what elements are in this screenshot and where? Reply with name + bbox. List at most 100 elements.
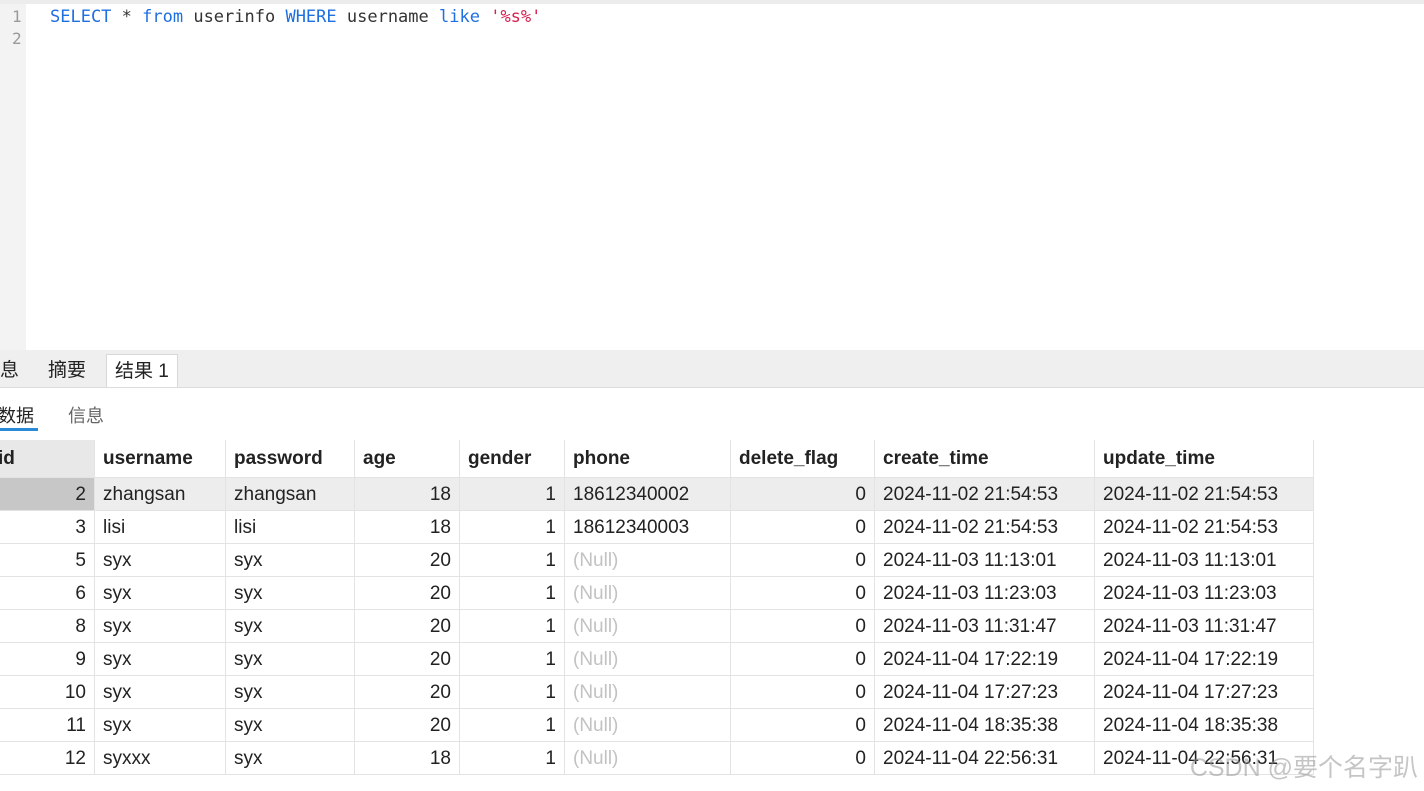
cell-delete-flag[interactable]: 0 xyxy=(731,742,875,775)
cell-update-time[interactable]: 2024-11-04 17:27:23 xyxy=(1095,676,1314,709)
cell-phone[interactable]: (Null) xyxy=(565,643,731,676)
cell-id[interactable]: 6 xyxy=(0,577,95,610)
cell-gender[interactable]: 1 xyxy=(460,577,565,610)
cell-phone[interactable]: (Null) xyxy=(565,544,731,577)
cell-create-time[interactable]: 2024-11-04 17:22:19 xyxy=(875,643,1095,676)
cell-password[interactable]: syx xyxy=(226,643,355,676)
cell-delete-flag[interactable]: 0 xyxy=(731,643,875,676)
cell-username[interactable]: syx xyxy=(95,676,226,709)
cell-age[interactable]: 18 xyxy=(355,511,460,544)
cell-update-time[interactable]: 2024-11-02 21:54:53 xyxy=(1095,478,1314,511)
cell-update-time[interactable]: 2024-11-03 11:23:03 xyxy=(1095,577,1314,610)
cell-delete-flag[interactable]: 0 xyxy=(731,511,875,544)
cell-username[interactable]: zhangsan xyxy=(95,478,226,511)
cell-create-time[interactable]: 2024-11-04 17:27:23 xyxy=(875,676,1095,709)
cell-id[interactable]: 3 xyxy=(0,511,95,544)
cell-update-time[interactable]: 2024-11-04 17:22:19 xyxy=(1095,643,1314,676)
cell-password[interactable]: syx xyxy=(226,610,355,643)
cell-delete-flag[interactable]: 0 xyxy=(731,478,875,511)
cell-username[interactable]: lisi xyxy=(95,511,226,544)
code-line[interactable]: SELECT * from userinfo WHERE username li… xyxy=(50,6,541,28)
cell-age[interactable]: 18 xyxy=(355,478,460,511)
column-header-age[interactable]: age xyxy=(355,440,460,478)
column-header-username[interactable]: username xyxy=(95,440,226,478)
cell-gender[interactable]: 1 xyxy=(460,742,565,775)
cell-update-time[interactable]: 2024-11-02 21:54:53 xyxy=(1095,511,1314,544)
cell-id[interactable]: 8 xyxy=(0,610,95,643)
cell-create-time[interactable]: 2024-11-03 11:13:01 xyxy=(875,544,1095,577)
column-header-phone[interactable]: phone xyxy=(565,440,731,478)
column-header-create-time[interactable]: create_time xyxy=(875,440,1095,478)
cell-age[interactable]: 20 xyxy=(355,676,460,709)
cell-username[interactable]: syx xyxy=(95,544,226,577)
cell-username[interactable]: syxxx xyxy=(95,742,226,775)
cell-age[interactable]: 20 xyxy=(355,610,460,643)
cell-delete-flag[interactable]: 0 xyxy=(731,709,875,742)
cell-delete-flag[interactable]: 0 xyxy=(731,610,875,643)
cell-create-time[interactable]: 2024-11-03 11:23:03 xyxy=(875,577,1095,610)
cell-phone[interactable]: (Null) xyxy=(565,610,731,643)
cell-delete-flag[interactable]: 0 xyxy=(731,676,875,709)
cell-password[interactable]: syx xyxy=(226,676,355,709)
cell-delete-flag[interactable]: 0 xyxy=(731,544,875,577)
cell-phone[interactable]: (Null) xyxy=(565,742,731,775)
cell-age[interactable]: 20 xyxy=(355,577,460,610)
sql-text: userinfo xyxy=(183,7,286,27)
cell-password[interactable]: syx xyxy=(226,577,355,610)
cell-phone[interactable]: (Null) xyxy=(565,676,731,709)
cell-delete-flag[interactable]: 0 xyxy=(731,577,875,610)
active-subtab-indicator xyxy=(0,428,38,431)
cell-username[interactable]: syx xyxy=(95,709,226,742)
cell-gender[interactable]: 1 xyxy=(460,511,565,544)
cell-password[interactable]: syx xyxy=(226,742,355,775)
cell-update-time[interactable]: 2024-11-03 11:13:01 xyxy=(1095,544,1314,577)
cell-update-time[interactable]: 2024-11-04 18:35:38 xyxy=(1095,709,1314,742)
tab-summary[interactable]: 摘要 xyxy=(40,354,94,387)
cell-gender[interactable]: 1 xyxy=(460,610,565,643)
cell-id[interactable]: 10 xyxy=(0,676,95,709)
cell-password[interactable]: zhangsan xyxy=(226,478,355,511)
cell-gender[interactable]: 1 xyxy=(460,478,565,511)
sql-text: username xyxy=(336,7,439,27)
cell-username[interactable]: syx xyxy=(95,643,226,676)
subtab-info[interactable]: 信息 xyxy=(68,402,104,428)
cell-phone[interactable]: (Null) xyxy=(565,709,731,742)
tab-result-1[interactable]: 结果 1 xyxy=(106,354,178,387)
cell-gender[interactable]: 1 xyxy=(460,676,565,709)
cell-create-time[interactable]: 2024-11-02 21:54:53 xyxy=(875,478,1095,511)
cell-username[interactable]: syx xyxy=(95,577,226,610)
column-header-password[interactable]: password xyxy=(226,440,355,478)
cell-create-time[interactable]: 2024-11-04 22:56:31 xyxy=(875,742,1095,775)
cell-phone[interactable]: (Null) xyxy=(565,577,731,610)
sql-editor[interactable]: 1 SELECT * from userinfo WHERE username l… xyxy=(0,4,1424,350)
cell-phone[interactable]: 18612340003 xyxy=(565,511,731,544)
cell-create-time[interactable]: 2024-11-02 21:54:53 xyxy=(875,511,1095,544)
cell-age[interactable]: 20 xyxy=(355,643,460,676)
cell-id[interactable]: 12 xyxy=(0,742,95,775)
subtab-data[interactable]: 数据 xyxy=(0,402,34,428)
cell-gender[interactable]: 1 xyxy=(460,544,565,577)
cell-username[interactable]: syx xyxy=(95,610,226,643)
cell-age[interactable]: 20 xyxy=(355,544,460,577)
cell-age[interactable]: 18 xyxy=(355,742,460,775)
cell-id[interactable]: 2 xyxy=(0,478,95,511)
cell-id[interactable]: 9 xyxy=(0,643,95,676)
cell-create-time[interactable]: 2024-11-03 11:31:47 xyxy=(875,610,1095,643)
column-header-update-time[interactable]: update_time xyxy=(1095,440,1314,478)
cell-gender[interactable]: 1 xyxy=(460,643,565,676)
cell-gender[interactable]: 1 xyxy=(460,709,565,742)
tab-messages[interactable]: 息 xyxy=(0,354,27,387)
cell-update-time[interactable]: 2024-11-03 11:31:47 xyxy=(1095,610,1314,643)
cell-password[interactable]: lisi xyxy=(226,511,355,544)
column-header-id[interactable]: id xyxy=(0,440,95,478)
cell-password[interactable]: syx xyxy=(226,544,355,577)
cell-password[interactable]: syx xyxy=(226,709,355,742)
cell-age[interactable]: 20 xyxy=(355,709,460,742)
column-header-delete-flag[interactable]: delete_flag xyxy=(731,440,875,478)
cell-id[interactable]: 11 xyxy=(0,709,95,742)
cell-id[interactable]: 5 xyxy=(0,544,95,577)
cell-create-time[interactable]: 2024-11-04 18:35:38 xyxy=(875,709,1095,742)
column-header-gender[interactable]: gender xyxy=(460,440,565,478)
cell-phone[interactable]: 18612340002 xyxy=(565,478,731,511)
sql-keyword: WHERE xyxy=(285,7,337,27)
